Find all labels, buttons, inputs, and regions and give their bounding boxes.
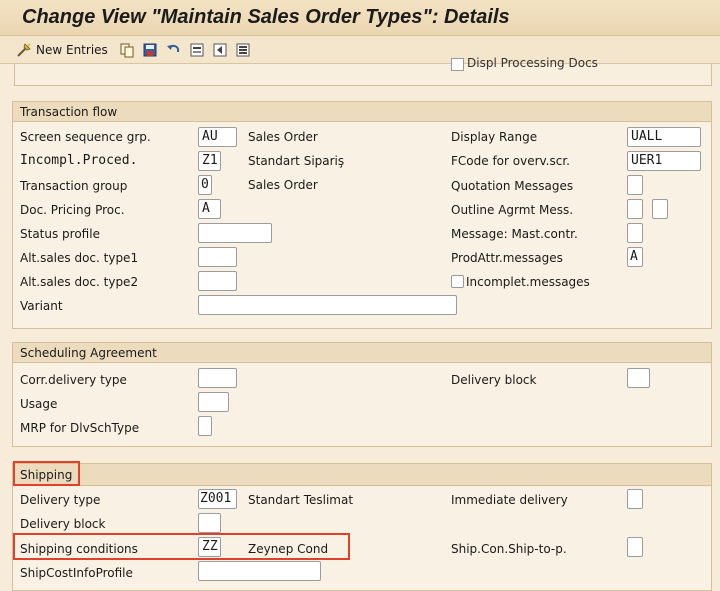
transaction-flow-title: Transaction flow (20, 105, 118, 119)
status-profile-field[interactable] (198, 223, 272, 243)
corr-delivery-type-field[interactable] (198, 368, 237, 388)
mrp-dlvschtype-field[interactable] (198, 416, 212, 436)
display-range-label: Display Range (451, 130, 538, 144)
shipping-header: Shipping (13, 464, 711, 486)
mrp-dlvschtype-label: MRP for DlvSchType (20, 421, 140, 435)
alt-sales-doc-type1-field[interactable] (198, 247, 237, 267)
usage-field[interactable] (198, 392, 229, 412)
previous-entry-button[interactable] (212, 41, 228, 59)
window-title: Change View "Maintain Sales Order Types"… (22, 6, 510, 28)
variant-label: Variant (20, 299, 63, 313)
immediate-delivery-label: Immediate delivery (451, 493, 568, 507)
doc-pricing-proc-label: Doc. Pricing Proc. (20, 203, 125, 217)
alt-sales-doc-type2-label: Alt.sales doc. type2 (20, 275, 139, 289)
sa-delivery-block-label: Delivery block (451, 373, 537, 387)
new-entries-button[interactable]: New Entries (16, 41, 108, 59)
partial-row-label: Displ Processing Docs (467, 56, 598, 70)
sa-delivery-block-field[interactable] (627, 368, 650, 388)
scheduling-agreement-title: Scheduling Agreement (20, 346, 157, 360)
status-profile-label: Status profile (20, 227, 100, 241)
doc-pricing-proc-field[interactable]: A (198, 199, 221, 219)
outline-agrmt-mess-field-2[interactable] (652, 199, 668, 219)
new-entries-icon (17, 43, 31, 57)
save-button[interactable] (142, 41, 158, 59)
copy-icon (120, 43, 134, 58)
quotation-messages-label: Quotation Messages (451, 179, 574, 193)
title-bar: Change View "Maintain Sales Order Types"… (0, 0, 720, 36)
partial-row: Displ Processing Docs (14, 56, 712, 86)
immediate-delivery-field[interactable] (627, 489, 643, 509)
message-mast-contr-field[interactable] (627, 223, 643, 243)
ship-con-ship-to-p-label: Ship.Con.Ship-to-p. (451, 542, 567, 556)
outline-agrmt-mess-label: Outline Agrmt Mess. (451, 203, 574, 217)
incomplet-messages-checkbox[interactable] (451, 275, 464, 288)
delivery-type-description: Standart Teslimat (248, 493, 354, 507)
transaction-group-label: Transaction group (20, 179, 128, 193)
previous-entry-icon (213, 43, 227, 57)
screen-sequence-grp-field[interactable]: AU (198, 127, 237, 147)
scheduling-agreement-header: Scheduling Agreement (13, 343, 711, 363)
quotation-messages-field[interactable] (627, 175, 643, 195)
delivery-type-field[interactable]: Z001 (198, 489, 237, 509)
transaction-flow-group: Transaction flow Screen sequence grp. AU… (12, 101, 712, 329)
undo-button[interactable] (165, 41, 181, 59)
message-mast-contr-label: Message: Mast.contr. (451, 227, 578, 241)
corr-delivery-type-label: Corr.delivery type (20, 373, 127, 387)
next-entry-button[interactable] (235, 41, 251, 59)
undo-icon (167, 44, 180, 53)
ship-con-ship-to-p-field[interactable] (627, 537, 643, 557)
screen-sequence-grp-label: Screen sequence grp. (20, 130, 151, 144)
shipping-group: Shipping Delivery type Z001 Standart Tes… (12, 463, 712, 591)
alt-sales-doc-type1-label: Alt.sales doc. type1 (20, 251, 139, 265)
transaction-group-description: Sales Order (248, 178, 318, 192)
shipping-title-highlight (13, 461, 80, 486)
shipping-conditions-highlight (13, 533, 350, 560)
usage-label: Usage (20, 397, 58, 411)
shipping-delivery-block-field[interactable] (198, 513, 221, 533)
fcode-overv-label: FCode for overv.scr. (451, 154, 570, 168)
delivery-type-label: Delivery type (20, 493, 101, 507)
incompl-proced-field[interactable]: Z1 (198, 151, 221, 171)
incompl-proced-description: Standart Sipariş (248, 154, 345, 168)
fcode-overv-field[interactable]: UER1 (627, 151, 701, 171)
outline-agrmt-mess-field[interactable] (627, 199, 643, 219)
first-entry-icon (190, 43, 204, 57)
shipping-delivery-block-label: Delivery block (20, 517, 106, 531)
incomplet-messages-label: Incomplet.messages (466, 275, 590, 289)
transaction-group-field[interactable]: 0 (198, 175, 212, 195)
scheduling-agreement-group: Scheduling Agreement Corr.delivery type … (12, 342, 712, 447)
new-entries-label: New Entries (36, 43, 108, 57)
prodattr-messages-label: ProdAttr.messages (451, 251, 563, 265)
transaction-flow-header: Transaction flow (13, 102, 711, 122)
prodattr-messages-field[interactable]: A (627, 247, 643, 267)
variant-field[interactable] (198, 295, 457, 315)
detail-screen: Displ Processing Docs Transaction flow S… (0, 56, 720, 591)
first-entry-button[interactable] (189, 41, 205, 59)
save-icon (143, 43, 157, 57)
application-toolbar: New Entries (0, 36, 720, 64)
alt-sales-doc-type2-field[interactable] (198, 271, 237, 291)
display-range-field[interactable]: UALL (627, 127, 701, 147)
shipcostinfoprofile-field[interactable] (198, 561, 321, 581)
shipcostinfoprofile-label: ShipCostInfoProfile (20, 566, 133, 580)
next-entry-icon (236, 43, 250, 57)
copy-button[interactable] (119, 41, 135, 59)
incompl-proced-label: Incompl.Proced. (20, 153, 138, 168)
screen-sequence-grp-description: Sales Order (248, 130, 318, 144)
partial-row-checkbox[interactable] (451, 58, 464, 71)
